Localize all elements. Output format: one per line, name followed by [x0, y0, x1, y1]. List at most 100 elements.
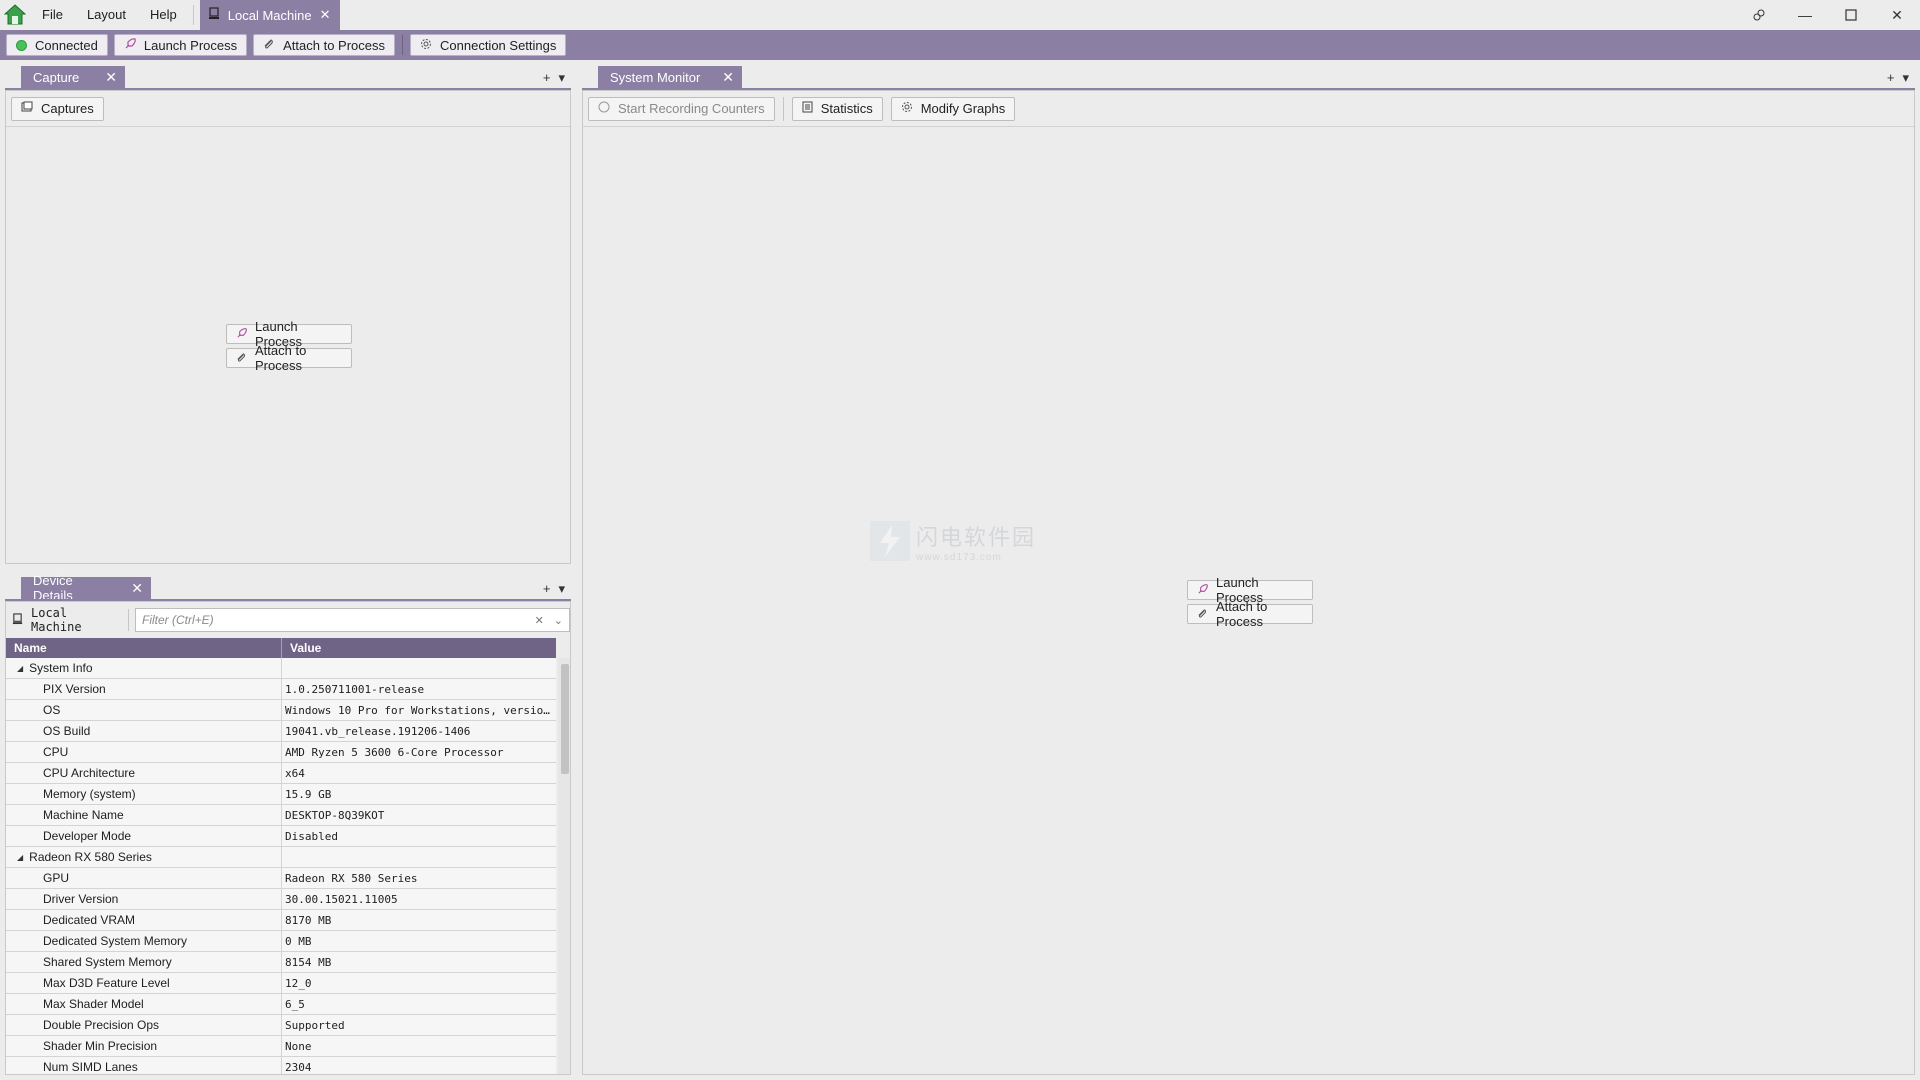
row-value: AMD Ryzen 5 3600 6-Core Processor	[285, 745, 504, 759]
table-row[interactable]: Memory (system) 15.9 GB	[6, 784, 556, 805]
expand-triangle-icon[interactable]: ◢	[17, 853, 23, 862]
table-row[interactable]: GPU Radeon RX 580 Series	[6, 868, 556, 889]
modify-graphs-label: Modify Graphs	[920, 101, 1006, 116]
close-icon[interactable]: ✕	[131, 580, 143, 597]
tab-system-monitor[interactable]: System Monitor ✕	[598, 66, 742, 88]
row-value: 6_5	[285, 997, 305, 1011]
row-name: Memory (system)	[43, 787, 136, 801]
column-name[interactable]: Name	[6, 638, 282, 658]
expand-triangle-icon[interactable]: ◢	[17, 664, 23, 673]
tab-device-details[interactable]: Device Details ✕	[21, 573, 151, 603]
feedback-icon[interactable]	[1736, 0, 1782, 30]
table-row[interactable]: Machine Name DESKTOP-8Q39KOT	[6, 805, 556, 826]
add-icon[interactable]: +	[543, 70, 551, 86]
menu-dropdown-icon[interactable]: ▾	[1902, 70, 1909, 86]
capture-panel: Captures Launch Process Attach to Proces…	[5, 90, 571, 564]
menu-file[interactable]: File	[30, 0, 75, 30]
minimize-icon[interactable]: —	[1782, 0, 1828, 30]
row-value	[282, 658, 556, 678]
table-row[interactable]: Dedicated VRAM 8170 MB	[6, 910, 556, 931]
menu-dropdown-icon[interactable]: ▾	[558, 70, 565, 86]
record-icon	[598, 101, 610, 116]
row-value: 0 MB	[285, 934, 312, 948]
start-recording-button[interactable]: Start Recording Counters	[588, 96, 775, 121]
table-row[interactable]: Double Precision Ops Supported	[6, 1015, 556, 1036]
attach-process-button[interactable]: Attach to Process	[253, 34, 396, 56]
table-row[interactable]: PIX Version 1.0.250711001-release	[6, 679, 556, 700]
row-name: Shader Min Precision	[43, 1039, 158, 1053]
start-recording-label: Start Recording Counters	[618, 101, 765, 116]
row-value: None	[285, 1039, 312, 1053]
window-controls: — ✕	[1736, 0, 1920, 30]
device-filter-bar: Local Machine Filter (Ctrl+E) ✕ ⌄	[6, 602, 570, 638]
capture-attach-process-button[interactable]: Attach to Process	[226, 343, 352, 373]
add-icon[interactable]: +	[1887, 70, 1895, 86]
launch-process-button[interactable]: Launch Process	[113, 34, 248, 56]
machine-tab[interactable]: Local Machine ✕	[199, 0, 341, 30]
row-name: Radeon RX 580 Series	[29, 850, 152, 864]
row-value: 8170 MB	[285, 913, 332, 927]
table-group-row[interactable]: ◢ Radeon RX 580 Series	[6, 847, 556, 868]
table-row[interactable]: Num SIMD Lanes 2304	[6, 1057, 556, 1074]
tab-tools: + ▾	[543, 70, 565, 86]
table-row[interactable]: Max D3D Feature Level 12_0	[6, 973, 556, 994]
table-row[interactable]: Dedicated System Memory 0 MB	[6, 931, 556, 952]
close-icon[interactable]: ✕	[722, 69, 734, 86]
row-value: Radeon RX 580 Series	[285, 871, 418, 885]
menu-dropdown-icon[interactable]: ▾	[558, 581, 565, 597]
device-details-tabstrip: Device Details ✕ + ▾	[5, 573, 571, 603]
captures-label: Captures	[41, 101, 94, 116]
title-bar: File Layout Help Local Machine ✕ — ✕	[0, 0, 1920, 30]
tab-tools: + ▾	[1887, 70, 1909, 86]
table-group-row[interactable]: ◢ System Info	[6, 658, 556, 679]
connected-label: Connected	[35, 37, 98, 53]
connected-button[interactable]: Connected	[6, 34, 108, 56]
connection-settings-button[interactable]: Connection Settings	[410, 34, 567, 56]
add-icon[interactable]: +	[543, 581, 551, 597]
monitor-attach-process-button[interactable]: Attach to Process	[1187, 599, 1313, 629]
scrollbar-thumb[interactable]	[561, 664, 569, 774]
column-value[interactable]: Value	[282, 638, 321, 658]
table-row[interactable]: CPU Architecture x64	[6, 763, 556, 784]
table-row[interactable]: Shared System Memory 8154 MB	[6, 952, 556, 973]
captures-button[interactable]: Captures	[11, 96, 104, 121]
watermark-main: 闪电软件园	[916, 525, 1037, 551]
row-name: Shared System Memory	[43, 955, 172, 969]
chevron-down-icon[interactable]: ⌄	[554, 614, 563, 627]
table-row[interactable]: CPU AMD Ryzen 5 3600 6-Core Processor	[6, 742, 556, 763]
menu-layout[interactable]: Layout	[75, 0, 138, 30]
watermark-sub: www.sd173.com	[916, 551, 1002, 563]
tab-capture[interactable]: Capture ✕	[21, 66, 125, 88]
row-value: 1.0.250711001-release	[285, 682, 425, 696]
table-row[interactable]: OS Build 19041.vb_release.191206-1406	[6, 721, 556, 742]
clear-icon[interactable]: ✕	[535, 614, 544, 627]
toolbar-separator	[402, 35, 404, 55]
table-row[interactable]: OS Windows 10 Pro for Workstations, versi…	[6, 700, 556, 721]
table-row[interactable]: Driver Version 30.00.15021.11005	[6, 889, 556, 910]
capture-launch-process-button[interactable]: Launch Process	[226, 319, 352, 349]
lightning-icon	[870, 521, 910, 561]
table-row[interactable]: Max Shader Model 6_5	[6, 994, 556, 1015]
modify-graphs-button[interactable]: Modify Graphs	[890, 96, 1016, 121]
filter-input[interactable]: Filter (Ctrl+E) ✕ ⌄	[135, 608, 570, 632]
device-machine-selector[interactable]: Local Machine	[12, 606, 129, 634]
close-icon[interactable]: ✕	[320, 7, 331, 23]
system-monitor-tabstrip: System Monitor ✕ + ▾	[582, 62, 1915, 90]
statistics-button[interactable]: Statistics	[791, 96, 883, 121]
watermark: 闪电软件园 www.sd173.com	[870, 520, 1040, 563]
computer-icon	[208, 7, 220, 23]
row-value: Disabled	[285, 829, 338, 843]
row-value: Windows 10 Pro for Workstations, versio…	[285, 703, 550, 717]
menu-help[interactable]: Help	[138, 0, 189, 30]
close-window-icon[interactable]: ✕	[1874, 0, 1920, 30]
close-icon[interactable]: ✕	[105, 69, 117, 86]
app-logo-icon	[0, 0, 30, 30]
table-scrollbar[interactable]	[558, 658, 570, 1074]
maximize-icon[interactable]	[1828, 0, 1874, 30]
table-header: Name Value	[6, 638, 556, 658]
row-value: 19041.vb_release.191206-1406	[285, 724, 471, 738]
launch-process-label: Launch Process	[143, 37, 238, 53]
table-row[interactable]: Shader Min Precision None	[6, 1036, 556, 1057]
table-row[interactable]: Developer Mode Disabled	[6, 826, 556, 847]
monitor-launch-process-button[interactable]: Launch Process	[1187, 575, 1313, 605]
